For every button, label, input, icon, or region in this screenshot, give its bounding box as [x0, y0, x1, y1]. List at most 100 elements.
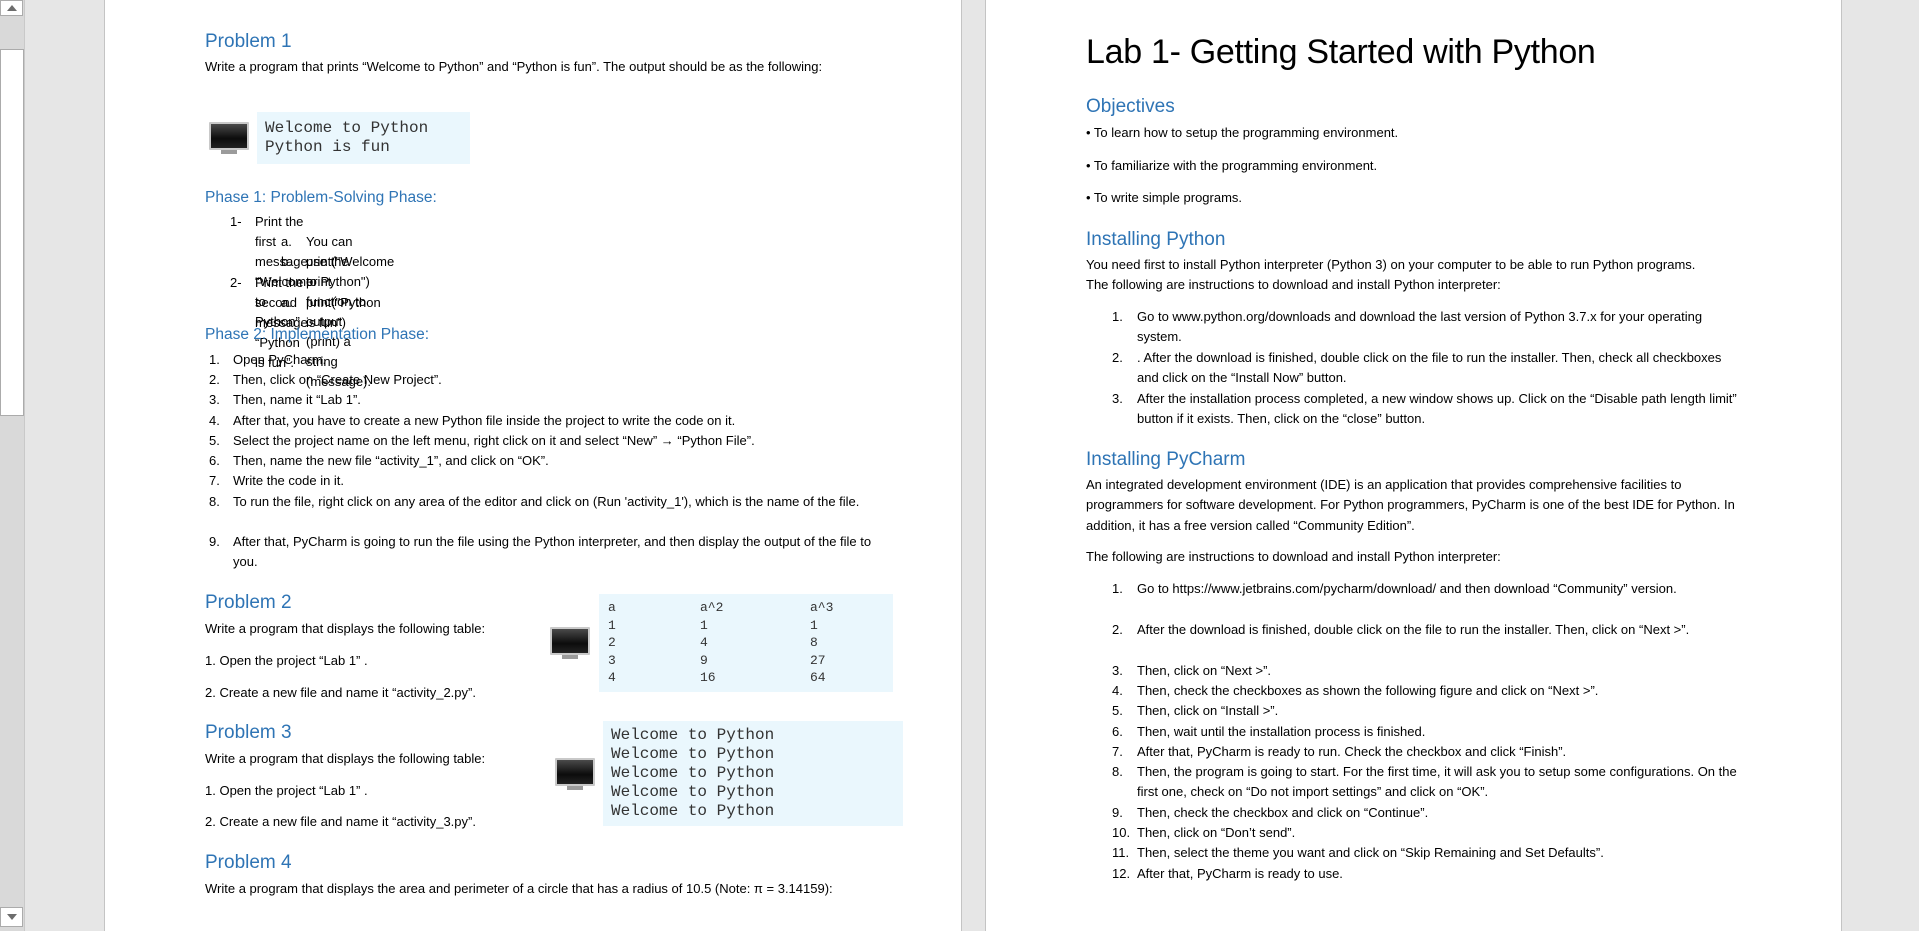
list-text: After that, PyCharm is going to run the … [233, 534, 872, 569]
problem3-text: Write a program that displays the follow… [205, 751, 486, 766]
list-text: After that, you have to create a new Pyt… [233, 413, 736, 428]
scroll-down-button[interactable] [0, 907, 23, 927]
list-text: Then, click on “Create New Project”. [233, 372, 442, 387]
scrollbar-thumb[interactable] [0, 49, 24, 416]
list-text: Then, the program is going to start. For… [1137, 764, 1737, 799]
installing-pycharm-heading: Installing PyCharm [1086, 449, 1246, 470]
list-number: 3. [1112, 391, 1123, 406]
list-number: 5. [1112, 703, 1123, 718]
list-number: 8. [209, 494, 220, 509]
table-cell: 4 [700, 635, 708, 650]
list-text: Then, name the new file “activity_1”, an… [233, 453, 549, 468]
monitor-icon [209, 122, 249, 156]
list-number: 1. [209, 352, 220, 367]
list-number: 3. [1112, 663, 1123, 678]
problem4-text: Write a program that displays the area a… [205, 881, 833, 896]
list-text: Then, check the checkboxes as shown the … [1137, 683, 1599, 698]
list-number: 8. [1112, 764, 1123, 779]
console-output-1: Welcome to Python Python is fun [257, 112, 470, 164]
list-number: 4. [1112, 683, 1123, 698]
arrow-up-icon [6, 5, 17, 11]
console-output-3: Welcome to Python Welcome to Python Welcom… [603, 721, 903, 826]
list-text: . After the download is finished, double… [1137, 350, 1722, 385]
problem3-step2: 2. Create a new file and name it “activi… [205, 814, 476, 829]
problem2-text: Write a program that displays the follow… [205, 621, 486, 636]
installing-python-intro: You need first to install Python interpr… [1086, 257, 1696, 293]
list-number: 3. [209, 392, 220, 407]
table-cell: 1 [810, 617, 818, 633]
list-text: After that, PyCharm is ready to run. Che… [1137, 744, 1567, 759]
table-header: a^2 [700, 600, 724, 615]
list-text: Select the project name on the left menu… [233, 433, 755, 448]
list-number: 1. [1112, 309, 1123, 324]
list-number: 7. [209, 473, 220, 488]
list-text: To run the file, right click on any area… [233, 494, 860, 509]
list-number: 1. [1112, 581, 1123, 596]
list-number: 4. [209, 413, 220, 428]
list-text: After the download is finished, double c… [1137, 622, 1690, 637]
problem4-heading: Problem 4 [205, 852, 292, 873]
list-text: After the installation process completed… [1137, 391, 1737, 426]
console-line: Python is fun [265, 138, 390, 156]
list-text: Then, select the theme you want and clic… [1137, 845, 1604, 860]
list-number: 10. [1112, 825, 1131, 840]
problem2-step2: 2. Create a new file and name it “activi… [205, 685, 476, 700]
list-number: 12. [1112, 866, 1131, 881]
phase1-heading: Phase 1: Problem-Solving Phase: [205, 189, 437, 206]
list-number: 2. [1112, 622, 1123, 637]
console-line: Welcome to Python [611, 764, 775, 782]
vertical-scrollbar[interactable] [0, 0, 25, 931]
phase2-heading: Phase 2: Implementation Phase: [205, 326, 430, 343]
list-text: Then, wait until the installation proces… [1137, 724, 1426, 739]
list-text: Then, click on “Next >”. [1137, 663, 1272, 678]
objective-item: • To write simple programs. [1086, 190, 1243, 205]
list-number: 6. [209, 453, 220, 468]
table-cell: 8 [810, 635, 818, 650]
list-text: Write the code in it. [233, 473, 345, 488]
table-cell: 16 [700, 670, 716, 685]
list-number: 9. [1112, 805, 1123, 820]
list-number: 2. [1112, 350, 1123, 365]
problem3-step1: 1. Open the project “Lab 1” . [205, 783, 368, 798]
installing-python-heading: Installing Python [1086, 229, 1226, 250]
table-header: a^3 [810, 600, 834, 615]
list-text: Go to www.python.org/downloads and downl… [1137, 309, 1703, 344]
table-header: a [608, 600, 616, 615]
document-page-2: Problem 1 Write a program that prints “W… [104, 0, 962, 931]
console-line: Welcome to Python [611, 783, 775, 801]
monitor-icon [555, 758, 595, 792]
problem1-heading: Problem 1 [205, 31, 292, 52]
list-number: 5. [209, 433, 220, 448]
problem3-heading: Problem 3 [205, 722, 292, 743]
list-text: Then, check the checkbox and click on “C… [1137, 805, 1429, 820]
scroll-up-button[interactable] [0, 0, 23, 16]
list-text: Open PyCharm. [233, 352, 327, 367]
list-number: 2. [209, 372, 220, 387]
table-cell: 4 [608, 670, 616, 685]
document-title: Lab 1- Getting Started with Python [1086, 33, 1596, 71]
list-number: 11. [1112, 845, 1130, 860]
table-cell: 9 [700, 652, 708, 668]
arrow-down-icon [6, 914, 17, 920]
list-text: Then, click on “Install >”. [1137, 703, 1279, 718]
console-line: Welcome to Python [611, 802, 775, 820]
list-text: Then, click on “Don’t send”. [1137, 825, 1296, 840]
document-page-1: Lab 1- Getting Started with Python Objec… [985, 0, 1842, 931]
table-cell: 64 [810, 670, 826, 685]
console-line: Welcome to Python [265, 119, 429, 137]
monitor-icon [550, 627, 590, 661]
installing-pycharm-intro: An integrated development environment (I… [1086, 477, 1735, 533]
table-cell: 1 [608, 617, 616, 633]
console-line: Welcome to Python [611, 726, 775, 744]
problem2-step1: 1. Open the project “Lab 1” . [205, 653, 368, 668]
table-cell: 27 [810, 652, 826, 668]
output-table: a a^2 a^3 1 1 1 2 4 8 3 9 27 4 16 64 [608, 599, 893, 687]
objective-item: • To learn how to setup the programming … [1086, 125, 1399, 140]
console-line: Welcome to Python [611, 745, 775, 763]
objective-item: • To familiarize with the programming en… [1086, 158, 1378, 173]
list-number: 9. [209, 534, 220, 549]
list-text: Go to https://www.jetbrains.com/pycharm/… [1137, 581, 1677, 596]
table-cell: 1 [700, 617, 708, 633]
table-cell: 2 [608, 635, 616, 650]
objectives-heading: Objectives [1086, 96, 1175, 117]
